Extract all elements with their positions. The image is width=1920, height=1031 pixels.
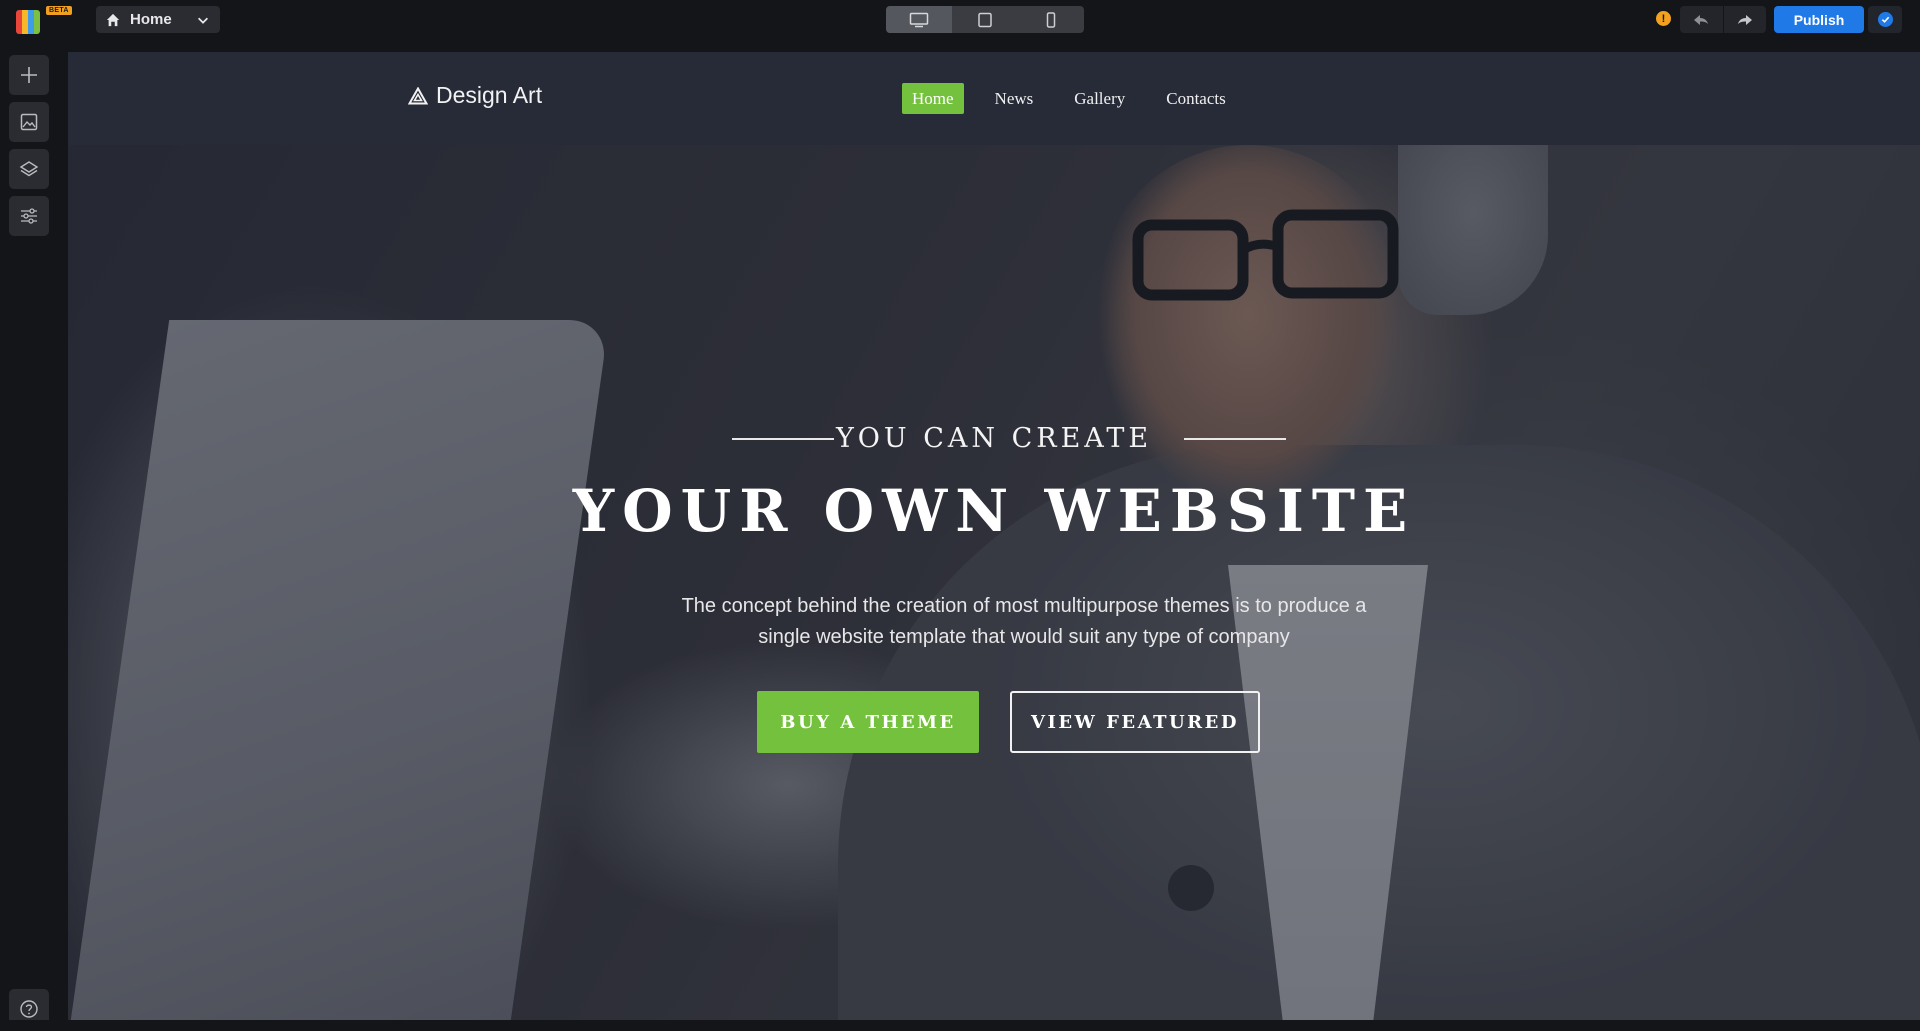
help-icon <box>20 1000 38 1018</box>
layers-icon <box>19 161 39 177</box>
undo-icon <box>1694 14 1709 25</box>
tablet-icon <box>978 12 992 27</box>
buy-theme-button[interactable]: BUY A THEME <box>757 691 979 753</box>
nav-contacts[interactable]: Contacts <box>1156 83 1236 114</box>
tablet-view-button[interactable] <box>952 6 1018 33</box>
sliders-icon <box>21 208 37 224</box>
redo-button[interactable] <box>1723 6 1766 33</box>
desktop-icon <box>909 12 929 27</box>
hero-subtext-line: single website template that would suit … <box>758 626 1290 648</box>
mobile-icon <box>1046 11 1056 28</box>
mobile-view-button[interactable] <box>1018 6 1084 33</box>
history-controls <box>1680 6 1766 33</box>
device-switcher <box>886 6 1084 33</box>
home-icon <box>106 13 120 26</box>
chevron-down-icon <box>198 17 208 24</box>
warning-icon[interactable]: ! <box>1656 11 1671 26</box>
media-button[interactable] <box>9 102 49 142</box>
page-select-label: Home <box>130 11 172 28</box>
site-brand-name: Design Art <box>436 82 543 108</box>
hero-eyebrow: YOU CAN CREATE <box>835 423 1153 454</box>
site-header: Design Art Home News Gallery Contacts <box>68 52 1920 145</box>
nav-news[interactable]: News <box>985 83 1044 114</box>
desktop-view-button[interactable] <box>886 6 952 33</box>
editor-sidebar <box>0 52 68 1031</box>
triangle-logo-icon <box>408 86 428 104</box>
add-block-button[interactable] <box>9 55 49 95</box>
app-logo-icon <box>16 10 40 34</box>
site-brand[interactable]: Design Art <box>408 82 542 109</box>
view-featured-button[interactable]: VIEW FEATURED <box>1010 691 1260 753</box>
hero-section[interactable]: YOU CAN CREATE YOUR OWN WEBSITE The conc… <box>68 145 1920 1020</box>
image-icon <box>20 113 38 131</box>
editor-toolbar: BETA Home ! Publish <box>0 0 1920 52</box>
settings-button[interactable] <box>9 196 49 236</box>
hero-subtext-line: The concept behind the creation of most … <box>681 595 1367 617</box>
hero-headline: YOUR OWN WEBSITE <box>572 477 1416 545</box>
publish-options-button[interactable] <box>1868 6 1902 33</box>
publish-button[interactable]: Publish <box>1774 6 1864 33</box>
site-nav: Home News Gallery Contacts <box>902 83 1257 114</box>
nav-home[interactable]: Home <box>902 83 964 114</box>
beta-badge: BETA <box>46 6 72 15</box>
editor-canvas: Design Art Home News Gallery Contacts YO… <box>68 52 1920 1020</box>
canvas-bottom-edge <box>0 1020 1920 1031</box>
app-logo[interactable]: BETA <box>12 4 72 40</box>
nav-gallery[interactable]: Gallery <box>1064 83 1135 114</box>
undo-button[interactable] <box>1680 6 1724 33</box>
checkmark-icon <box>1877 12 1893 27</box>
plus-icon <box>21 67 37 83</box>
hero-content: YOU CAN CREATE YOUR OWN WEBSITE The conc… <box>68 145 1920 1020</box>
page-select[interactable]: Home <box>96 6 220 33</box>
layers-button[interactable] <box>9 149 49 189</box>
redo-icon <box>1737 14 1752 25</box>
hero-subtext: The concept behind the creation of most … <box>644 591 1404 653</box>
eyebrow-line-right <box>1184 438 1286 440</box>
